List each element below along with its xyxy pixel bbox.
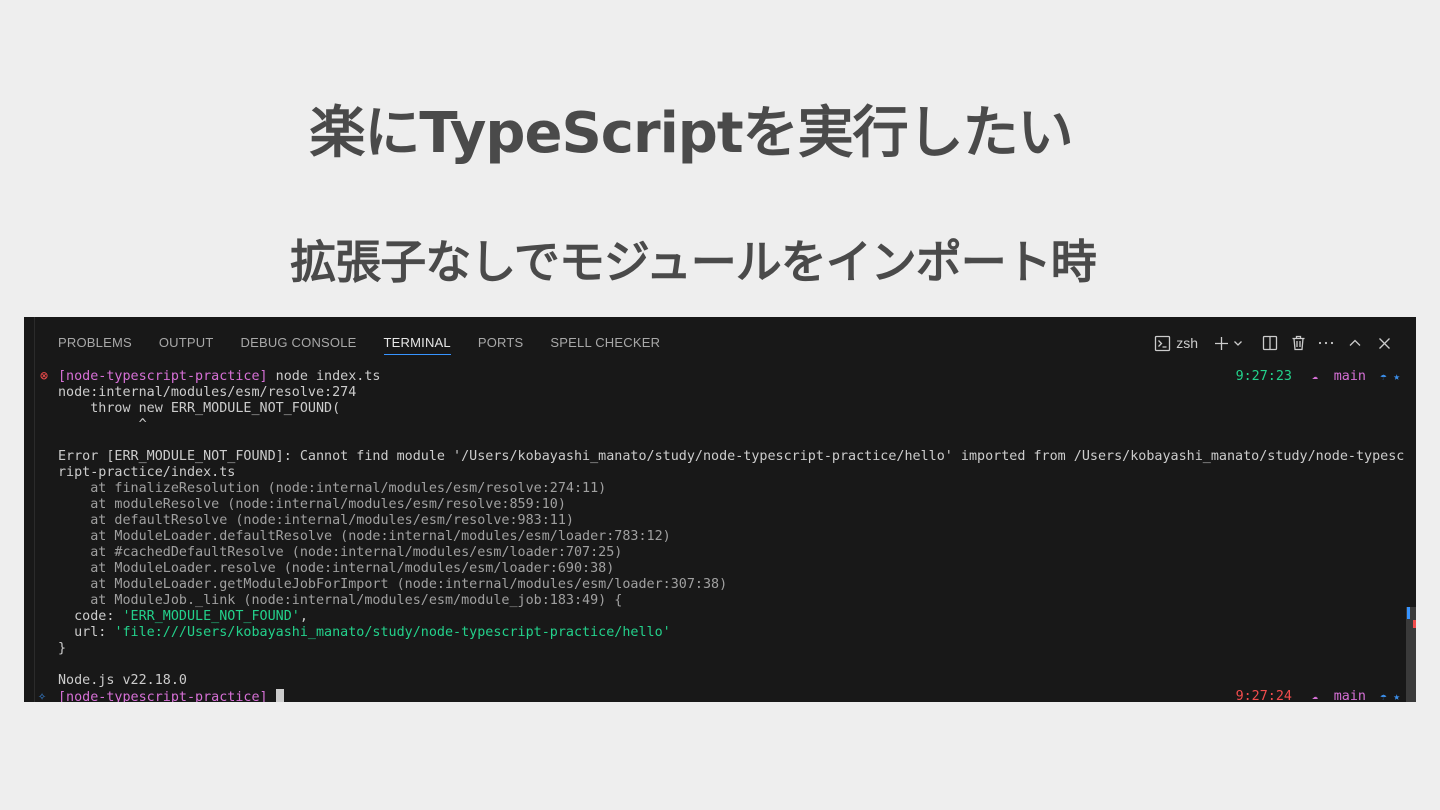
kill-terminal-button[interactable] xyxy=(1284,335,1312,351)
stack-line: at ModuleLoader.resolve (node:internal/m… xyxy=(58,561,615,576)
url-key: url: xyxy=(58,625,115,640)
code-key: code: xyxy=(58,609,123,624)
stack-line: at ModuleJob._link (node:internal/module… xyxy=(58,593,623,608)
output-line: Error [ERR_MODULE_NOT_FOUND]: Cannot fin… xyxy=(58,449,1405,464)
stack-line: at ModuleLoader.getModuleJobForImport (n… xyxy=(58,577,728,592)
plus-icon xyxy=(1214,336,1229,351)
cursor xyxy=(275,689,284,702)
scroll-marker-blue xyxy=(1407,607,1410,619)
stack-line: at moduleResolve (node:internal/modules/… xyxy=(58,497,566,512)
terminal-dropdown-button[interactable] xyxy=(1230,338,1246,348)
tab-output[interactable]: OUTPUT xyxy=(159,317,214,365)
prompt-markers: ☂ ★ xyxy=(1380,690,1400,702)
terminal-selector[interactable]: zsh xyxy=(1154,335,1198,352)
more-actions-button[interactable] xyxy=(1312,341,1340,345)
close-panel-button[interactable] xyxy=(1370,337,1398,350)
git-branch: main xyxy=(1333,369,1366,384)
prompt-status-icon: ✧ xyxy=(38,689,47,702)
prompt-time: 9:27:24 xyxy=(1235,689,1292,702)
git-branch: main xyxy=(1333,689,1366,702)
tab-problems[interactable]: PROBLEMS xyxy=(58,317,132,365)
output-line: throw new ERR_MODULE_NOT_FOUND( xyxy=(58,401,341,416)
error-url-line: url: 'file:///Users/kobayashi_manato/stu… xyxy=(58,625,671,641)
error-status-icon: ⊗ xyxy=(40,369,49,384)
code-value: 'ERR_MODULE_NOT_FOUND' xyxy=(122,609,300,624)
panel-toolbar: zsh xyxy=(1154,317,1398,369)
error-code-line: code: 'ERR_MODULE_NOT_FOUND', xyxy=(58,609,308,625)
code-tail: , xyxy=(299,609,308,624)
scroll-marker-red xyxy=(1413,620,1416,628)
shell-name: zsh xyxy=(1176,335,1198,351)
prompt-line-2: [node-typescript-practice] xyxy=(58,689,284,702)
slide-title: 楽にTypeScriptを実行したい xyxy=(309,101,1073,166)
cloud-icon: ☁ xyxy=(1311,691,1318,702)
output-line: ^ xyxy=(58,417,147,432)
prompt-time: 9:27:23 xyxy=(1235,369,1292,384)
tab-terminal[interactable]: TERMINAL xyxy=(383,317,452,365)
stack-line: at ModuleLoader.defaultResolve (node:int… xyxy=(58,529,671,544)
vscode-panel-screenshot: PROBLEMS OUTPUT DEBUG CONSOLE TERMINAL P… xyxy=(24,317,1416,702)
split-icon xyxy=(1262,335,1278,351)
prompt-directory: [node-typescript-practice] xyxy=(58,369,268,384)
stack-line: at #cachedDefaultResolve (node:internal/… xyxy=(58,545,623,560)
command-text: node index.ts xyxy=(275,369,381,384)
chevron-down-icon xyxy=(1233,338,1243,348)
close-brace: } xyxy=(58,641,67,656)
terminal-output[interactable]: ⊗ [node-typescript-practice] node index.… xyxy=(24,365,1416,702)
chevron-up-icon xyxy=(1348,336,1362,350)
cloud-icon: ☁ xyxy=(1311,371,1318,382)
prompt-directory: [node-typescript-practice] xyxy=(58,690,268,702)
prompt-line-1: [node-typescript-practice] node index.ts xyxy=(58,369,380,385)
new-terminal-button[interactable] xyxy=(1212,336,1230,351)
ellipsis-icon xyxy=(1318,341,1334,345)
maximize-panel-button[interactable] xyxy=(1340,336,1370,350)
url-value: 'file:///Users/kobayashi_manato/study/no… xyxy=(114,625,671,640)
tab-debug-console[interactable]: DEBUG CONSOLE xyxy=(241,317,357,365)
node-version: Node.js v22.18.0 xyxy=(58,673,187,688)
trash-icon xyxy=(1291,335,1306,351)
stack-line: at finalizeResolution (node:internal/mod… xyxy=(58,481,607,496)
tab-spell-checker[interactable]: SPELL CHECKER xyxy=(550,317,660,365)
output-line: ript-practice/index.ts xyxy=(58,465,236,480)
stack-line: at defaultResolve (node:internal/modules… xyxy=(58,513,574,528)
close-icon xyxy=(1378,337,1391,350)
slide-subtitle: 拡張子なしでモジュールをインポート時 xyxy=(290,235,1096,289)
terminal-icon xyxy=(1154,335,1171,352)
tab-ports[interactable]: PORTS xyxy=(478,317,524,365)
output-line: node:internal/modules/esm/resolve:274 xyxy=(58,385,357,400)
split-terminal-button[interactable] xyxy=(1256,335,1284,351)
prompt-markers: ☂ ★ xyxy=(1380,370,1400,383)
